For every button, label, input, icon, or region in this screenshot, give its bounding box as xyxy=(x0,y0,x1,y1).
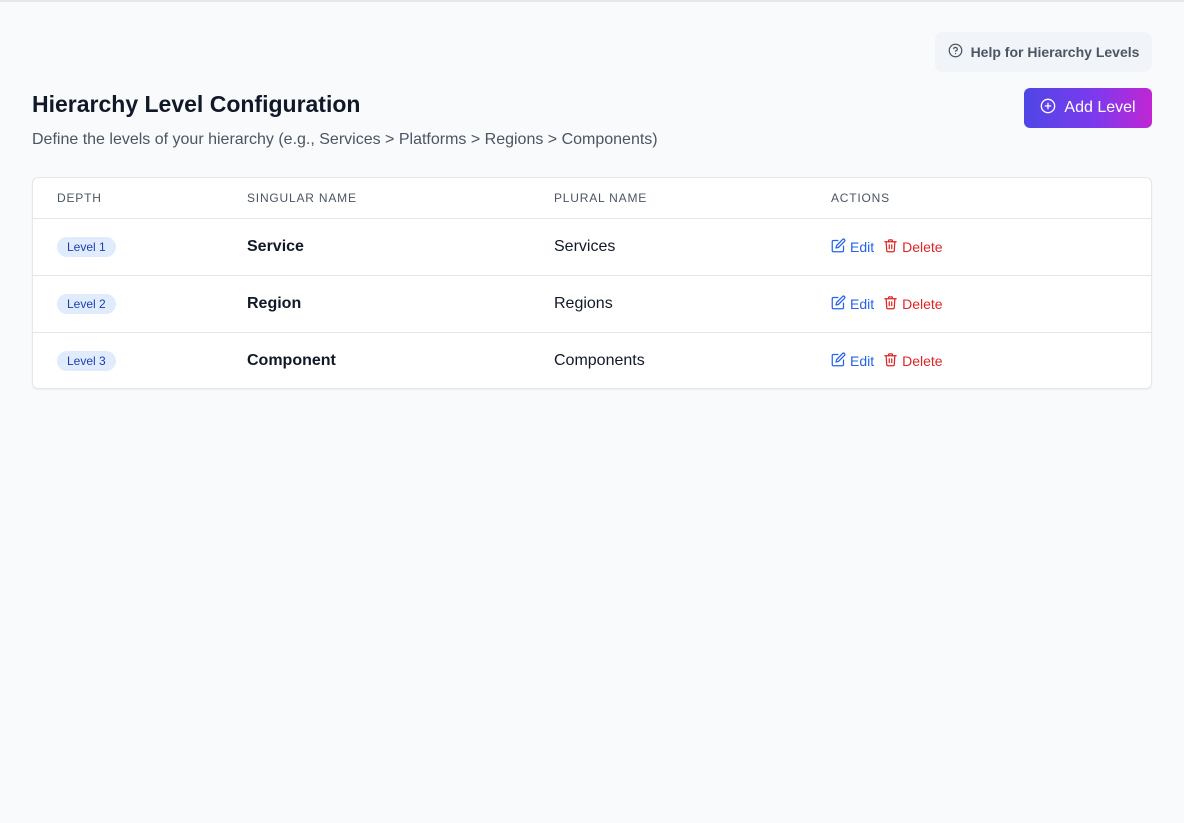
depth-cell: Level 2 xyxy=(33,275,247,333)
page: Help for Hierarchy Levels Hierarchy Leve… xyxy=(0,0,1184,823)
edit-button[interactable]: Edit xyxy=(831,352,874,370)
levels-table: DEPTH SINGULAR NAME PLURAL NAME ACTIONS … xyxy=(33,178,1151,388)
pencil-square-icon xyxy=(831,238,846,256)
actions-cell: Edit Delete xyxy=(831,218,1151,276)
level-badge: Level 1 xyxy=(57,236,116,257)
help-button-label: Help for Hierarchy Levels xyxy=(970,44,1140,60)
edit-button[interactable]: Edit xyxy=(831,295,874,313)
column-header-depth: DEPTH xyxy=(33,178,247,219)
plural-name-cell: Services xyxy=(554,218,831,276)
delete-button[interactable]: Delete xyxy=(883,295,943,313)
actions-cell: Edit Delete xyxy=(831,332,1151,388)
level-badge: Level 3 xyxy=(57,350,116,371)
question-circle-icon xyxy=(948,43,963,61)
edit-label: Edit xyxy=(850,352,875,369)
depth-cell: Level 3 xyxy=(33,332,247,388)
delete-label: Delete xyxy=(902,352,943,369)
top-divider xyxy=(0,0,1184,2)
table-header-row: DEPTH SINGULAR NAME PLURAL NAME ACTIONS xyxy=(33,178,1151,219)
table-row: Level 2 Region Regions Edit Delete xyxy=(33,275,1151,333)
edit-label: Edit xyxy=(850,295,875,312)
singular-name-cell: Component xyxy=(247,351,336,369)
add-level-label: Add Level xyxy=(1064,99,1136,116)
pencil-square-icon xyxy=(831,352,846,370)
singular-name-cell: Region xyxy=(247,275,554,333)
plural-name-cell: Components xyxy=(554,351,645,369)
column-header-plural-name: PLURAL NAME xyxy=(554,178,831,219)
plural-name-cell: Regions xyxy=(554,275,831,333)
delete-button[interactable]: Delete xyxy=(883,352,943,370)
actions-cell: Edit Delete xyxy=(831,275,1151,333)
singular-name-cell: Service xyxy=(247,218,554,276)
delete-label: Delete xyxy=(902,238,943,255)
add-level-button[interactable]: Add Level xyxy=(1024,88,1152,128)
page-subtitle: Define the levels of your hierarchy (e.g… xyxy=(32,131,658,148)
edit-label: Edit xyxy=(850,238,875,255)
delete-label: Delete xyxy=(902,295,943,312)
trash-icon xyxy=(883,352,898,370)
table-row: Level 3 Component Components Edit Delete xyxy=(33,332,1151,388)
page-title: Hierarchy Level Configuration xyxy=(32,91,361,117)
column-header-actions: ACTIONS xyxy=(831,178,1151,219)
levels-table-card: DEPTH SINGULAR NAME PLURAL NAME ACTIONS … xyxy=(32,177,1152,389)
column-header-singular-name: SINGULAR NAME xyxy=(247,178,554,219)
trash-icon xyxy=(883,238,898,256)
delete-button[interactable]: Delete xyxy=(883,238,943,256)
level-badge: Level 2 xyxy=(57,293,116,314)
trash-icon xyxy=(883,295,898,313)
edit-button[interactable]: Edit xyxy=(831,238,874,256)
plus-circle-icon xyxy=(1040,98,1056,119)
pencil-square-icon xyxy=(831,295,846,313)
depth-cell: Level 1 xyxy=(33,218,247,276)
table-row: Level 1 Service Services Edit Delete xyxy=(33,218,1151,276)
help-button[interactable]: Help for Hierarchy Levels xyxy=(935,32,1152,72)
